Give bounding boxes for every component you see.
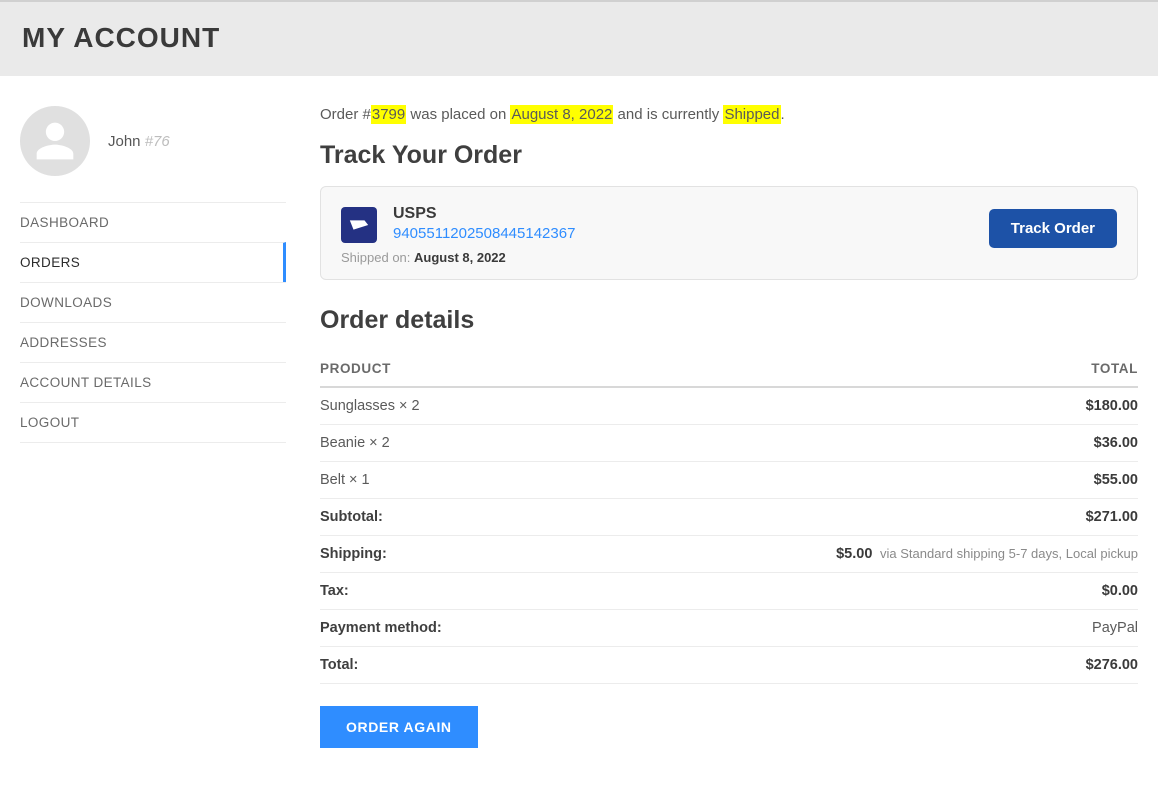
table-row: Tax:$0.00 bbox=[320, 573, 1138, 610]
tracking-box: USPS 9405511202508445142367 Shipped on: … bbox=[320, 186, 1138, 280]
shipped-on-date: August 8, 2022 bbox=[414, 250, 506, 265]
track-heading: Track Your Order bbox=[320, 141, 1138, 170]
total-value-cell: $0.00 bbox=[555, 573, 1138, 610]
avatar bbox=[20, 106, 90, 176]
product-cell: Belt × 1 bbox=[320, 462, 555, 499]
order-summary-mid2: and is currently bbox=[613, 106, 723, 123]
usps-icon bbox=[341, 207, 377, 243]
sidebar-item-label[interactable]: DASHBOARD bbox=[20, 203, 286, 242]
order-summary-prefix: Order # bbox=[320, 106, 371, 123]
total-value-cell: $5.00 via Standard shipping 5-7 days, Lo… bbox=[555, 536, 1138, 573]
col-total: TOTAL bbox=[555, 351, 1138, 387]
total-value-cell: PayPal bbox=[555, 610, 1138, 647]
total-label-cell: Shipping: bbox=[320, 536, 555, 573]
sidebar-item-orders[interactable]: ORDERS bbox=[20, 242, 286, 282]
total-cell: $36.00 bbox=[555, 425, 1138, 462]
order-date: August 8, 2022 bbox=[510, 105, 613, 124]
tracking-info: USPS 9405511202508445142367 Shipped on: … bbox=[393, 205, 973, 265]
sidebar-nav: DASHBOARDORDERSDOWNLOADSADDRESSESACCOUNT… bbox=[20, 202, 286, 443]
page-body: John #76 DASHBOARDORDERSDOWNLOADSADDRESS… bbox=[0, 76, 1158, 788]
col-product: PRODUCT bbox=[320, 351, 555, 387]
sidebar-item-dashboard[interactable]: DASHBOARD bbox=[20, 202, 286, 242]
table-row: Total:$276.00 bbox=[320, 647, 1138, 684]
profile-block: John #76 bbox=[20, 106, 286, 202]
total-value-cell: $276.00 bbox=[555, 647, 1138, 684]
order-number: 3799 bbox=[371, 105, 406, 124]
total-label-cell: Subtotal: bbox=[320, 499, 555, 536]
table-row: Sunglasses × 2$180.00 bbox=[320, 387, 1138, 425]
total-cell: $55.00 bbox=[555, 462, 1138, 499]
sidebar-item-downloads[interactable]: DOWNLOADS bbox=[20, 282, 286, 322]
profile-text: John #76 bbox=[108, 133, 170, 150]
order-details-heading: Order details bbox=[320, 306, 1138, 335]
table-row: Beanie × 2$36.00 bbox=[320, 425, 1138, 462]
table-row: Subtotal:$271.00 bbox=[320, 499, 1138, 536]
order-details-table: PRODUCT TOTAL Sunglasses × 2$180.00Beani… bbox=[320, 351, 1138, 684]
total-label-cell: Tax: bbox=[320, 573, 555, 610]
page-header: MY ACCOUNT bbox=[0, 0, 1158, 76]
sidebar-item-label[interactable]: ACCOUNT DETAILS bbox=[20, 363, 286, 402]
order-summary-suffix: . bbox=[781, 106, 785, 123]
sidebar-item-label[interactable]: LOGOUT bbox=[20, 403, 286, 442]
total-value-cell: $271.00 bbox=[555, 499, 1138, 536]
order-summary: Order #3799 was placed on August 8, 2022… bbox=[320, 106, 1138, 123]
sidebar-item-addresses[interactable]: ADDRESSES bbox=[20, 322, 286, 362]
profile-id: #76 bbox=[145, 133, 170, 150]
carrier-name: USPS bbox=[393, 205, 973, 223]
sidebar-item-account-details[interactable]: ACCOUNT DETAILS bbox=[20, 362, 286, 402]
order-summary-mid1: was placed on bbox=[406, 106, 510, 123]
total-label-cell: Total: bbox=[320, 647, 555, 684]
sidebar-item-label[interactable]: ADDRESSES bbox=[20, 323, 286, 362]
table-row: Shipping:$5.00 via Standard shipping 5-7… bbox=[320, 536, 1138, 573]
sidebar-item-label[interactable]: DOWNLOADS bbox=[20, 283, 286, 322]
shipped-on: Shipped on: August 8, 2022 bbox=[341, 250, 973, 265]
page-title: MY ACCOUNT bbox=[22, 22, 1136, 54]
table-row: Payment method:PayPal bbox=[320, 610, 1138, 647]
profile-name: John bbox=[108, 133, 141, 150]
sidebar-item-label[interactable]: ORDERS bbox=[20, 243, 283, 282]
sidebar-item-logout[interactable]: LOGOUT bbox=[20, 402, 286, 443]
product-cell: Sunglasses × 2 bbox=[320, 387, 555, 425]
track-order-button[interactable]: Track Order bbox=[989, 209, 1117, 248]
user-icon bbox=[33, 119, 77, 163]
order-again-button[interactable]: ORDER AGAIN bbox=[320, 706, 478, 748]
main-content: Order #3799 was placed on August 8, 2022… bbox=[320, 106, 1138, 748]
total-label-cell: Payment method: bbox=[320, 610, 555, 647]
table-row: Belt × 1$55.00 bbox=[320, 462, 1138, 499]
total-cell: $180.00 bbox=[555, 387, 1138, 425]
sidebar: John #76 DASHBOARDORDERSDOWNLOADSADDRESS… bbox=[20, 106, 286, 748]
product-cell: Beanie × 2 bbox=[320, 425, 555, 462]
tracking-number-link[interactable]: 9405511202508445142367 bbox=[393, 225, 575, 242]
shipped-on-label: Shipped on: bbox=[341, 250, 414, 265]
order-status: Shipped bbox=[723, 105, 780, 124]
